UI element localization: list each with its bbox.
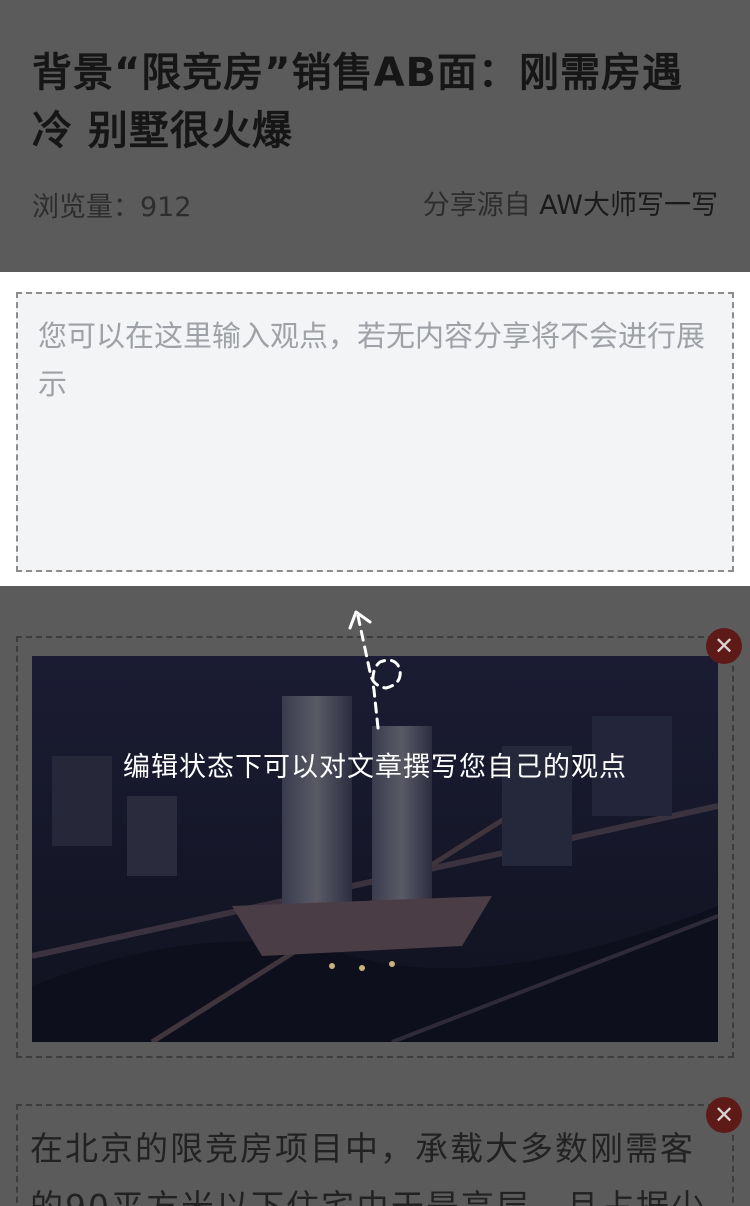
- view-count: 浏览量：912: [32, 192, 192, 223]
- article-title: 背景“限竞房”销售AB面：刚需房遇冷 别墅很火爆: [32, 50, 684, 154]
- opinion-input[interactable]: [38, 312, 712, 552]
- close-icon: ✕: [713, 632, 735, 660]
- share-source-label: 分享源自: [422, 190, 531, 221]
- close-icon: ✕: [713, 1101, 735, 1129]
- article-header: 背景“限竞房”销售AB面：刚需房遇冷 别墅很火爆 浏览量：912 分享源自 AW…: [0, 0, 750, 272]
- delete-text-block-button[interactable]: ✕: [706, 1097, 742, 1133]
- guide-hint: 编辑状态下可以对文章撰写您自己的观点: [123, 752, 627, 783]
- article-paragraph: 在北京的限竞房项目中，承载大多数刚需客的90平方米以下住宅由于是高层，且占据少: [30, 1129, 704, 1206]
- guide-arrow-icon: [348, 610, 402, 730]
- delete-image-block-button[interactable]: ✕: [706, 628, 742, 664]
- share-source-name: AW大师写一写: [539, 190, 718, 221]
- opinion-panel: [0, 272, 750, 586]
- opinion-input-box: [16, 292, 734, 572]
- share-source: 分享源自 AW大师写一写: [423, 188, 718, 224]
